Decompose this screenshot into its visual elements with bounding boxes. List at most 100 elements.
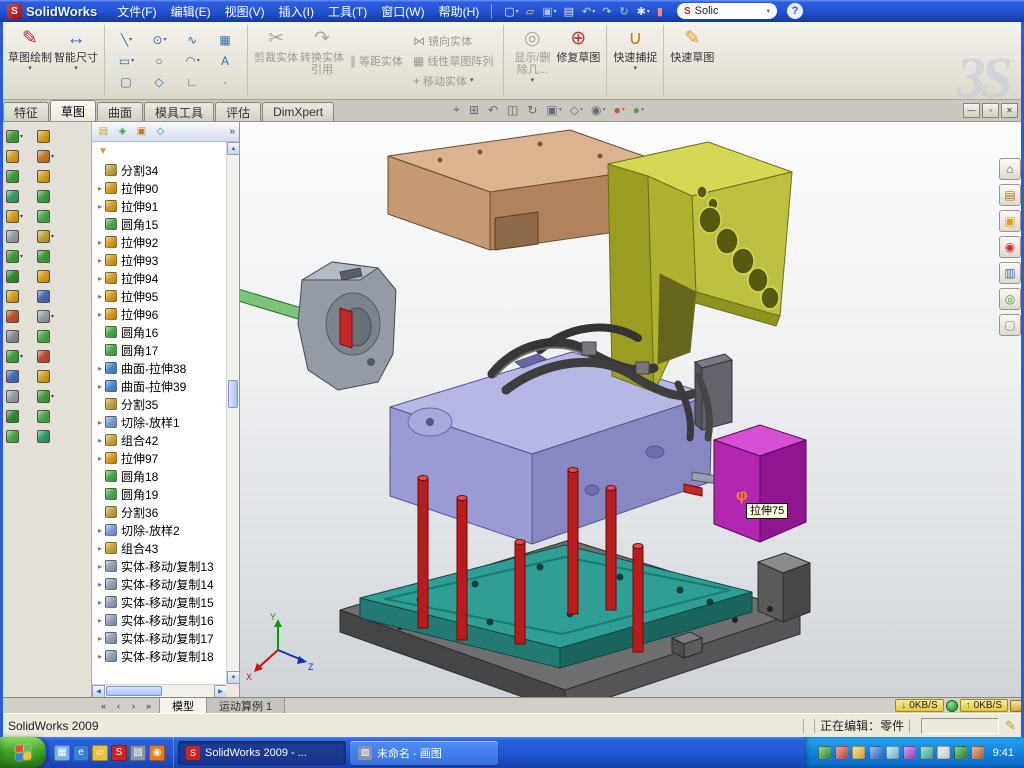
left-toolbar-icon[interactable] [6, 367, 26, 385]
rapid-sketch-button[interactable]: ✎ 快速草图 [669, 25, 715, 96]
expand-arrow-icon[interactable]: ▸ [95, 436, 105, 445]
tray-icon[interactable] [920, 746, 933, 759]
model-mold-block[interactable] [390, 352, 718, 544]
rewind-button[interactable]: « [96, 699, 111, 713]
left-toolbar-icon[interactable] [6, 427, 26, 445]
expand-arrow-icon[interactable]: ▸ [95, 652, 105, 661]
line-tool-icon[interactable]: ╲ ▾ [110, 29, 143, 50]
left-toolbar-icon[interactable] [6, 167, 26, 185]
expand-arrow-icon[interactable]: ▸ [95, 238, 105, 247]
previous-view-icon[interactable]: ↶ [488, 103, 499, 117]
menu-item[interactable]: 视图(V) [218, 0, 272, 23]
taskpane-file-explorer-icon[interactable]: ▣ [999, 210, 1021, 232]
taskpane-view-palette-icon[interactable]: ▥ [999, 262, 1021, 284]
left-toolbar-icon[interactable] [6, 407, 26, 425]
left-toolbar-icon[interactable] [6, 147, 26, 165]
scrollbar-thumb[interactable] [228, 380, 238, 408]
expand-arrow-icon[interactable]: ▸ [95, 526, 105, 535]
feature-tree-item[interactable]: 分割36 [92, 503, 226, 521]
redo-icon[interactable]: ↷ [599, 2, 615, 20]
dropdown-arrow-icon[interactable]: ▾ [28, 64, 32, 73]
left-toolbar-icon[interactable] [37, 187, 57, 205]
quicklaunch-folder-icon[interactable]: ▱ [92, 745, 108, 761]
tray-icon[interactable] [937, 746, 950, 759]
menu-item[interactable]: 窗口(W) [374, 0, 431, 23]
feature-tree-item[interactable]: ▸ 拉伸90 [92, 179, 226, 197]
repair-sketch-button[interactable]: ⊕ 修复草图 [555, 25, 601, 96]
menu-item[interactable]: 插入(I) [272, 0, 321, 23]
rotate-view-icon[interactable]: ↻ [527, 103, 538, 117]
model-yoke-bracket[interactable] [608, 142, 792, 392]
feature-tree-item[interactable]: ▸ 实体-移动/复制16 [92, 611, 226, 629]
expand-arrow-icon[interactable]: ▸ [95, 202, 105, 211]
dropdown-arrow-icon[interactable]: ▾ [531, 76, 535, 85]
panel-chevron-icon[interactable]: » [229, 126, 235, 137]
feature-tree-item[interactable]: 分割34 [92, 161, 226, 179]
expand-arrow-icon[interactable]: ▸ [95, 454, 105, 463]
left-toolbar-icon[interactable] [37, 127, 57, 145]
new-document-icon[interactable]: ▢ ▾ [501, 2, 521, 20]
slot-tool-icon[interactable]: ▢ [110, 71, 143, 92]
command-tab[interactable]: 曲面 [97, 102, 143, 121]
zoom-area-icon[interactable]: ⊞ [469, 103, 480, 117]
left-toolbar-icon[interactable]: ▾ [37, 227, 57, 245]
close-button[interactable]: ✕ [1001, 103, 1018, 118]
feature-tree-item[interactable]: ▸ 曲面-拉伸39 [92, 377, 226, 395]
tree-horizontal-scrollbar[interactable]: ◀ ▶ [92, 684, 227, 697]
feature-tree-item[interactable]: ▸ 拉伸93 [92, 251, 226, 269]
left-toolbar-icon[interactable] [6, 227, 26, 245]
text-tool-icon[interactable]: A [209, 50, 242, 71]
feature-tree-item[interactable]: ▸ 切除-放样2 [92, 521, 226, 539]
sketch-button[interactable]: ✎ 草图绘制 ▾ [7, 25, 53, 96]
command-tab[interactable]: 模具工具 [144, 102, 214, 121]
feature-tree-item[interactable]: ▸ 实体-移动/复制13 [92, 557, 226, 575]
expand-arrow-icon[interactable]: ▸ [95, 256, 105, 265]
zoom-fit-icon[interactable]: ⌖ [453, 102, 461, 117]
polygon-tool-icon[interactable]: ◇ [143, 71, 176, 92]
model-hose-connector[interactable] [695, 354, 732, 430]
forward-button[interactable]: » [141, 699, 156, 713]
left-toolbar-icon[interactable] [6, 187, 26, 205]
left-toolbar-icon[interactable] [37, 367, 57, 385]
tray-icon[interactable] [903, 746, 916, 759]
left-toolbar-icon[interactable] [6, 327, 26, 345]
point-tool-icon[interactable]: ∙ [209, 71, 242, 92]
quicklaunch-internet-explorer-icon[interactable]: e [73, 745, 89, 761]
hide-show-items-icon[interactable]: ◉ ▾ [591, 103, 606, 117]
menu-item[interactable]: 编辑(E) [164, 0, 218, 23]
propertymanager-tab-icon[interactable]: ◈ [115, 124, 130, 139]
expand-arrow-icon[interactable]: ▸ [95, 274, 105, 283]
save-icon[interactable]: ▣ ▾ [539, 2, 559, 20]
taskpane-design-library-icon[interactable]: ▤ [999, 184, 1021, 206]
left-toolbar-icon[interactable] [6, 267, 26, 285]
feature-tree-item[interactable]: ▸ 实体-移动/复制18 [92, 647, 226, 665]
configurationmanager-tab-icon[interactable]: ▣ [134, 124, 149, 139]
undo-icon[interactable]: ↶ ▾ [579, 2, 598, 20]
apply-scene-icon[interactable]: ● ▾ [633, 103, 644, 117]
restore-button[interactable]: ▫ [982, 103, 999, 118]
mirror-entities-button[interactable]: ⋈ 镜向实体 [413, 33, 493, 49]
left-toolbar-icon[interactable] [37, 327, 57, 345]
dropdown-arrow-icon[interactable]: ▾ [470, 76, 474, 85]
feature-tree-item[interactable]: ▸ 实体-移动/复制17 [92, 629, 226, 647]
spline-tool-icon[interactable]: ∿ [176, 29, 209, 50]
taskpane-appearances-icon[interactable]: ◎ [999, 288, 1021, 310]
feature-tree-item[interactable]: ▸ 实体-移动/复制15 [92, 593, 226, 611]
left-toolbar-icon[interactable] [37, 167, 57, 185]
tray-icon[interactable] [852, 746, 865, 759]
smart-dimension-button[interactable]: ↔ 智能尺寸 ▾ [53, 25, 99, 96]
taskbar-window-button[interactable]: ▨ 未命名 - 画图 [350, 741, 498, 765]
display-delete-relations-button[interactable]: ◎ 显示/删除几... ▾ [509, 25, 555, 96]
tray-icon[interactable] [954, 746, 967, 759]
dropdown-arrow-icon[interactable]: ▾ [634, 64, 638, 73]
convert-entities-button[interactable]: ↷ 转换实体引用 [299, 25, 345, 96]
expand-arrow-icon[interactable]: ▸ [95, 310, 105, 319]
command-tab[interactable]: 特征 [3, 102, 49, 121]
tray-icon[interactable] [886, 746, 899, 759]
print-icon[interactable]: ▤ [561, 2, 578, 20]
expand-arrow-icon[interactable]: ▸ [95, 544, 105, 553]
taskpane-custom-properties-icon[interactable]: ▢ [999, 314, 1021, 336]
feature-tree-item[interactable]: ▸ 曲面-拉伸38 [92, 359, 226, 377]
menu-item[interactable]: 帮助(H) [432, 0, 487, 23]
model-locating-part[interactable] [240, 262, 396, 390]
